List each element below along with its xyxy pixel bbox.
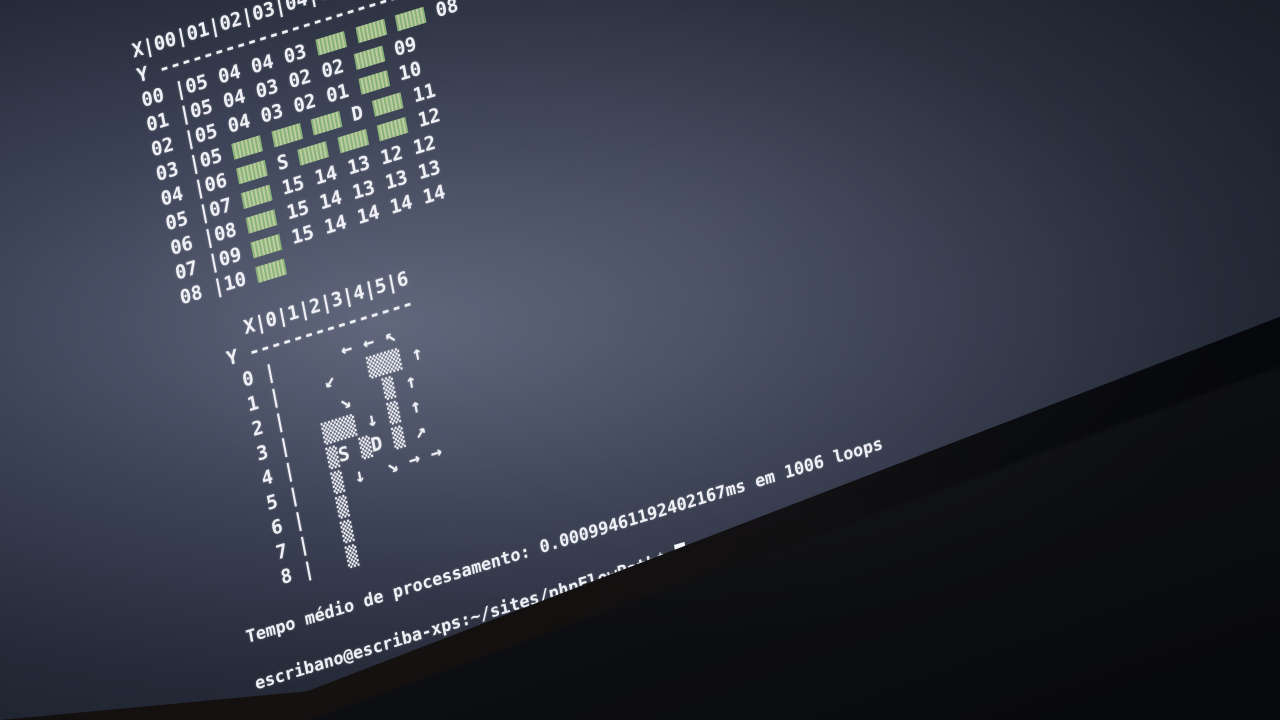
photo-scene: X|00|01|02|03|04|05|06|07 Y ------------… — [0, 0, 1280, 720]
start-marker: S — [275, 150, 291, 176]
wall-block — [315, 30, 348, 56]
wall-block — [337, 128, 370, 154]
wall-block — [355, 18, 387, 44]
wall-block — [240, 184, 273, 210]
wall-block — [310, 110, 343, 136]
wall-block — [236, 159, 268, 185]
wall-block — [255, 258, 288, 284]
wall-block — [231, 135, 264, 160]
wall-block — [394, 6, 427, 32]
wall-block — [353, 45, 385, 71]
wall-block — [377, 116, 409, 142]
wall-block — [250, 233, 283, 259]
wall-block — [245, 209, 278, 234]
wall-block — [372, 92, 404, 117]
wall-block — [357, 70, 390, 95]
wall-block — [297, 140, 330, 166]
wall-block — [271, 123, 303, 148]
destination-marker: D — [349, 101, 365, 127]
